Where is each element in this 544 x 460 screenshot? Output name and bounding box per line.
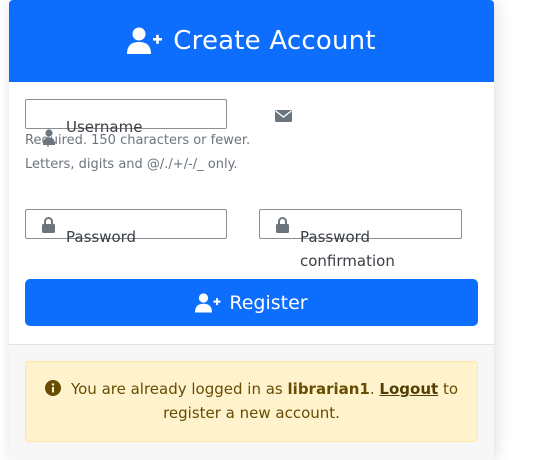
register-button[interactable]: Register [25, 279, 478, 326]
registration-form: Username Required. 150 characters or few… [9, 82, 494, 344]
logout-link[interactable]: Logout [379, 380, 438, 398]
alert-line2: register a new account. [26, 401, 477, 425]
lock-icon [42, 217, 55, 233]
page-title: Create Account [173, 26, 376, 56]
username-help-line2: Letters, digits and @/./+/-/_ only. [25, 157, 238, 172]
lock-icon [276, 217, 289, 233]
user-plus-icon [195, 292, 221, 312]
user-plus-icon [127, 27, 163, 54]
envelope-icon [275, 110, 292, 122]
username-help-line1: Required. 150 characters or fewer. [25, 133, 251, 148]
alert-suffix-line2: register a new account. [163, 404, 340, 422]
alert-prefix: You are already logged in as [70, 380, 283, 398]
password-confirmation-label-line2: confirmation [300, 252, 395, 270]
password-label: Password [66, 228, 137, 246]
card-footer: You are already logged in as librarian1.… [9, 344, 494, 460]
create-account-card: Create Account Username Required. 150 ch… [9, 0, 494, 460]
alert-period: . [369, 380, 375, 398]
register-button-label: Register [229, 291, 308, 314]
card-header: Create Account [9, 0, 494, 82]
info-circle-icon [44, 380, 61, 396]
password-confirmation-label-line1: Password [300, 228, 371, 246]
alert-line1: You are already logged in as librarian1.… [26, 377, 477, 401]
alert-suffix-line1: to [442, 380, 459, 398]
already-logged-in-alert: You are already logged in as librarian1.… [25, 361, 478, 442]
logged-in-username: librarian1 [287, 380, 370, 398]
